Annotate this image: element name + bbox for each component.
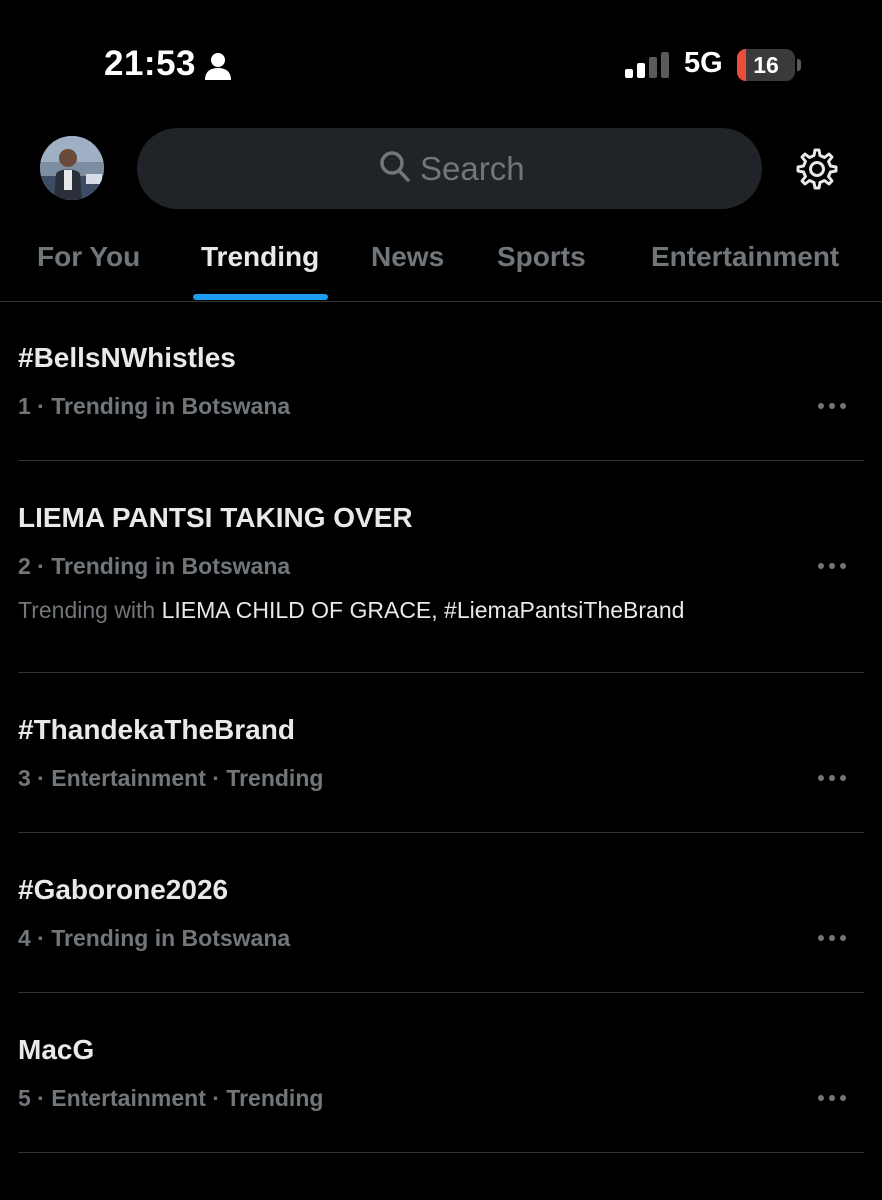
battery-icon: 16: [737, 49, 801, 81]
person-icon: [205, 53, 231, 80]
signal-icon: [625, 52, 669, 78]
active-tab-indicator: [193, 294, 328, 300]
network-type: 5G: [684, 47, 723, 79]
explore-tabs: For You Trending News Sports Entertainme…: [0, 225, 882, 302]
trend-meta: 5 · Entertainment · Trending: [18, 1085, 324, 1111]
trend-title: MacG: [18, 1034, 95, 1065]
more-options-icon[interactable]: [816, 561, 848, 571]
divider: [18, 1152, 864, 1153]
search-icon: [380, 151, 410, 182]
divider: [18, 460, 864, 461]
more-options-icon[interactable]: [816, 933, 848, 943]
trend-related-prefix: Trending with: [18, 597, 162, 623]
status-time: 21:53: [104, 44, 197, 83]
gear-icon[interactable]: [795, 147, 839, 191]
tab-trending[interactable]: Trending: [201, 241, 319, 273]
avatar-image: [40, 136, 104, 200]
trend-title: #BellsNWhistles: [18, 342, 236, 373]
trend-title: #ThandekaTheBrand: [18, 714, 295, 745]
trend-title: LIEMA PANTSI TAKING OVER: [18, 502, 413, 533]
divider: [18, 672, 864, 673]
avatar[interactable]: [40, 136, 104, 200]
tab-for-you[interactable]: For You: [37, 241, 140, 273]
trend-meta: 2 · Trending in Botswana: [18, 553, 291, 579]
search-placeholder: Search: [420, 150, 525, 187]
status-bar: 21:53 5G 16: [0, 0, 882, 110]
more-options-icon[interactable]: [816, 1093, 848, 1103]
trend-meta: 4 · Trending in Botswana: [18, 925, 291, 951]
battery-body: 16: [737, 49, 795, 81]
battery-cap: [797, 59, 801, 71]
tab-sports[interactable]: Sports: [497, 241, 586, 273]
more-options-icon[interactable]: [816, 401, 848, 411]
trend-title: #Gaborone2026: [18, 874, 229, 905]
tab-entertainment[interactable]: Entertainment: [651, 241, 839, 273]
trend-meta: 3 · Entertainment · Trending: [18, 765, 324, 791]
divider: [18, 992, 864, 993]
trend-related: Trending with LIEMA CHILD OF GRACE, #Lie…: [18, 597, 684, 624]
trend-meta: 1 · Trending in Botswana: [18, 393, 291, 419]
divider: [18, 832, 864, 833]
trend-related-terms: LIEMA CHILD OF GRACE, #LiemaPantsiTheBra…: [161, 597, 685, 623]
tab-news[interactable]: News: [371, 241, 444, 273]
battery-level: 16: [753, 52, 779, 78]
more-options-icon[interactable]: [816, 773, 848, 783]
